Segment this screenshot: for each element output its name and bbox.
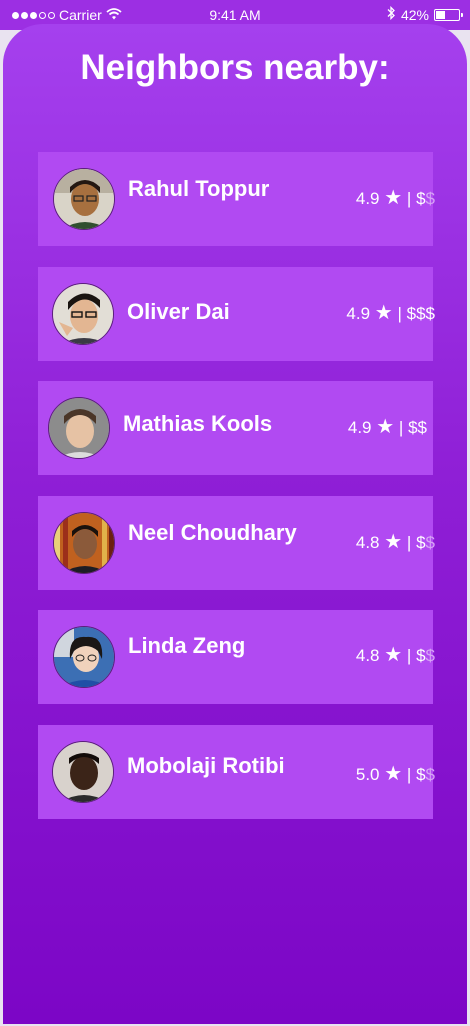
star-icon: ★ — [384, 762, 403, 785]
separator: | — [397, 303, 402, 323]
rating-value: 5.0 — [355, 764, 380, 784]
avatar — [53, 168, 115, 230]
separator: | — [406, 646, 412, 665]
rating-value: 4.9 — [347, 418, 372, 437]
rating-value: 4.9 — [346, 303, 371, 323]
neighbor-row[interactable]: Mobolaji Rotibi 5.0 ★ | $$ — [38, 724, 435, 819]
price-level: $$ — [416, 189, 435, 208]
star-icon: ★ — [374, 301, 393, 324]
avatar — [52, 282, 114, 345]
neighbor-name: Linda Zeng — [128, 633, 246, 658]
neighbor-name: Rahul Toppur — [128, 176, 270, 201]
star-icon: ★ — [384, 530, 403, 553]
price-level: $$ — [416, 764, 435, 784]
avatar — [53, 511, 115, 574]
neighbor-row[interactable]: Rahul Toppur 4.9 ★ | $$ — [38, 152, 435, 246]
avatar — [53, 626, 115, 688]
rating-value: 4.8 — [355, 532, 380, 552]
star-icon: ★ — [384, 187, 403, 209]
neighbor-name: Neel Choudhary — [128, 519, 297, 545]
rating-value: 4.8 — [355, 646, 380, 665]
neighbor-rating-price: 4.9 ★ | $$$ — [346, 300, 435, 325]
price-level: $$ — [416, 646, 435, 665]
star-icon: ★ — [376, 416, 395, 438]
rating-value: 4.9 — [355, 189, 380, 208]
status-right: 42% — [386, 5, 463, 23]
separator: | — [398, 418, 404, 437]
neighbor-rating-price: 4.8 ★ | $$ — [356, 642, 435, 667]
price-level: $$ — [408, 418, 427, 437]
separator: | — [406, 189, 412, 208]
battery-level-fill — [436, 10, 446, 19]
neighbor-rating-price: 4.8 ★ | $$ — [356, 529, 435, 554]
neighbor-list: Rahul Toppur 4.9 ★ | $$ Oliver Dai 4.9 ★… — [38, 152, 435, 839]
battery-percent: 42% — [400, 6, 429, 23]
page-title: Neighbors nearby: — [80, 48, 390, 87]
price-level: $$ — [416, 532, 435, 552]
separator: | — [406, 532, 412, 552]
neighbor-name: Oliver Dai — [127, 298, 230, 324]
neighbor-row[interactable]: Neel Choudhary 4.8 ★ | $$ — [38, 495, 435, 590]
neighbor-rating-price: 4.9 ★ | $$ — [348, 414, 427, 439]
price-level: $$$ — [406, 303, 435, 323]
avatar — [52, 740, 114, 803]
neighbor-rating-price: 5.0 ★ | $$ — [356, 761, 435, 786]
neighbor-row[interactable]: Oliver Dai 4.9 ★ | $$$ — [38, 266, 435, 361]
neighbor-name: Mathias Kools — [123, 411, 273, 436]
battery-icon — [434, 8, 463, 21]
avatar — [48, 397, 110, 459]
neighbor-row[interactable]: Linda Zeng 4.8 ★ | $$ — [38, 610, 435, 704]
bluetooth-icon — [386, 5, 396, 23]
neighbor-row[interactable]: Mathias Kools 4.9 ★ | $$ — [38, 381, 433, 475]
separator: | — [406, 764, 412, 784]
neighbor-rating-price: 4.9 ★ | $$ — [356, 185, 435, 210]
star-icon: ★ — [384, 644, 403, 666]
neighbors-panel: Neighbors nearby: Rahul Toppur 4.9 ★ | $… — [3, 24, 467, 1024]
neighbor-name: Mobolaji Rotibi — [127, 752, 285, 778]
